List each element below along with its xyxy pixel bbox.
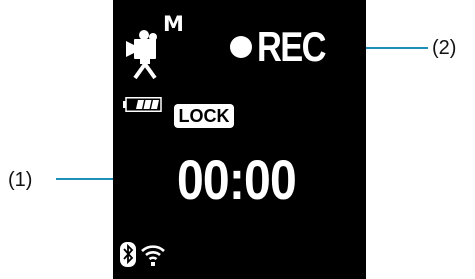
battery-cell	[151, 100, 159, 109]
battery-icon	[123, 97, 162, 112]
camera-mode-label: M	[163, 12, 184, 36]
battery-cell	[143, 100, 152, 109]
record-status: REC	[257, 23, 326, 70]
lock-badge: LOCK	[174, 104, 234, 128]
wifi-icon	[141, 245, 165, 266]
timecode-display: 00:00	[177, 148, 297, 211]
camera-screen: M REC LOCK 00:00	[113, 0, 366, 279]
bluetooth-icon	[120, 242, 136, 267]
record-dot-icon	[230, 36, 252, 58]
callout-label-2: (2)	[432, 37, 457, 59]
callout-label-1: (1)	[8, 169, 33, 191]
battery-cell	[136, 100, 144, 109]
